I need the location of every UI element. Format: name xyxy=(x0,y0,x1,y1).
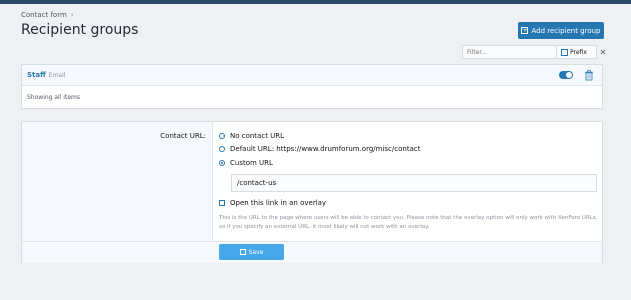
contact-url-label: Contact URL: xyxy=(160,132,206,140)
help-text: This is the URL to the page where users … xyxy=(219,215,598,230)
radio-no-contact-url[interactable] xyxy=(219,133,225,139)
filter-input[interactable] xyxy=(462,45,557,59)
radio-custom-url[interactable] xyxy=(219,160,225,166)
breadcrumb-link-contact-form[interactable]: Contact form xyxy=(21,11,67,19)
add-recipient-group-button[interactable]: + Add recipient group xyxy=(518,22,604,39)
option-default-url[interactable]: Default URL: https://www.drumforum.org/m… xyxy=(219,145,420,153)
list-footer: Showing all items xyxy=(27,94,80,101)
overlay-checkbox[interactable] xyxy=(219,200,225,206)
plus-icon: + xyxy=(521,27,529,34)
clear-filter-icon[interactable]: ✕ xyxy=(597,45,609,59)
list-item: Staff Email xyxy=(22,65,602,86)
group-name-link[interactable]: Staff xyxy=(27,71,46,79)
save-label: Save xyxy=(248,248,264,256)
overlay-option[interactable]: Open this link in an overlay xyxy=(219,199,326,207)
breadcrumb: Contact form › xyxy=(21,11,74,19)
radio-default-url[interactable] xyxy=(219,146,225,152)
option-label: Default URL: https://www.drumforum.org/m… xyxy=(230,145,421,153)
chevron-right-icon: › xyxy=(70,11,74,19)
trash-icon[interactable] xyxy=(584,70,594,81)
option-label: No contact URL xyxy=(230,132,285,140)
save-icon xyxy=(239,249,246,255)
form-label-column: Contact URL: xyxy=(22,122,213,241)
enabled-toggle[interactable] xyxy=(559,71,573,79)
group-hint: Email xyxy=(48,71,66,79)
option-no-contact-url[interactable]: No contact URL xyxy=(219,132,284,140)
custom-url-input[interactable]: /contact-us xyxy=(231,174,597,192)
form-footer: Save xyxy=(22,241,602,263)
add-button-label: Add recipient group xyxy=(531,26,601,35)
save-button[interactable]: Save xyxy=(219,244,284,260)
overlay-label: Open this link in an overlay xyxy=(230,199,327,207)
prefix-checkbox[interactable] xyxy=(561,48,568,56)
prefix-toggle[interactable]: Prefix xyxy=(557,45,597,59)
option-custom-url[interactable]: Custom URL xyxy=(219,159,273,167)
prefix-label: Prefix xyxy=(570,48,587,56)
filter-bar: Prefix ✕ xyxy=(462,45,609,59)
option-label: Custom URL xyxy=(230,159,273,167)
recipient-group-list: Staff Email Showing all items xyxy=(21,64,603,109)
top-bar xyxy=(0,0,631,4)
page-title: Recipient groups xyxy=(21,22,139,38)
contact-url-form: Contact URL: No contact URL Default URL:… xyxy=(21,121,603,263)
